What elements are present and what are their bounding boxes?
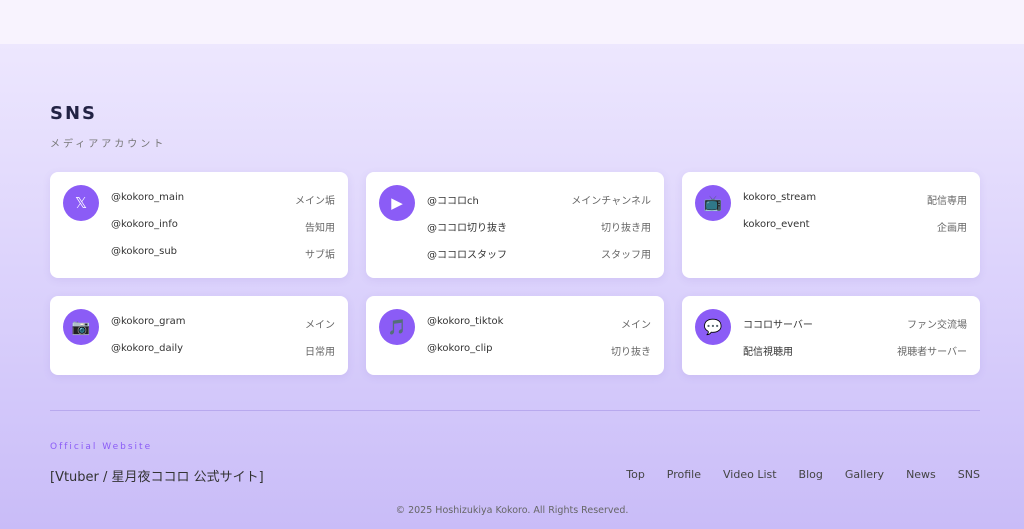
account-row[interactable]: @kokoro_daily 日常用 xyxy=(111,343,335,370)
account-row[interactable]: 配信視聴用 視聴者サーバー xyxy=(743,343,967,370)
tv-icon: 📺 xyxy=(695,185,731,221)
sns-card: ▶ @ココロch メインチャンネル @ココロ切り抜き 切り抜き用 @ココロスタッフ スタッフ… xyxy=(366,172,664,278)
account-purpose: 告知用 xyxy=(305,223,335,234)
account-purpose: 企画用 xyxy=(937,223,967,234)
account-purpose: メインチャンネル xyxy=(571,196,651,207)
nav-news[interactable]: News xyxy=(906,468,936,481)
sns-card: 𝕏 @kokoro_main メイン垢 @kokoro_info 告知用 @kokoro_… xyxy=(50,172,348,278)
account-name[interactable]: ココロサーバー xyxy=(743,316,813,343)
account-row[interactable]: @kokoro_info 告知用 xyxy=(111,219,335,246)
account-purpose: ファン交流場 xyxy=(907,320,967,331)
account-name[interactable]: @ココロスタッフ xyxy=(427,246,507,273)
account-name[interactable]: @kokoro_info xyxy=(111,219,178,246)
x-logo-icon: 𝕏 xyxy=(63,185,99,221)
account-purpose: メイン xyxy=(621,320,651,331)
account-row[interactable]: @kokoro_gram メイン xyxy=(111,316,335,343)
sns-card: 💬 ココロサーバー ファン交流場配信視聴用 視聴者サーバー xyxy=(682,296,980,375)
account-name[interactable]: 配信視聴用 xyxy=(743,343,793,370)
account-name[interactable]: @ココロch xyxy=(427,192,479,219)
account-purpose: メイン xyxy=(305,320,335,331)
account-purpose: サブ垢 xyxy=(305,250,335,261)
account-name[interactable]: @kokoro_clip xyxy=(427,343,493,370)
account-row[interactable]: @kokoro_tiktok メイン xyxy=(427,316,651,343)
account-name[interactable]: @ココロ切り抜き xyxy=(427,219,507,246)
nav-blog[interactable]: Blog xyxy=(799,468,823,481)
footer-label: Official Website xyxy=(50,442,153,452)
account-row[interactable]: @kokoro_sub サブ垢 xyxy=(111,246,335,273)
nav-profile[interactable]: Profile xyxy=(667,468,701,481)
nav-video-list[interactable]: Video List xyxy=(723,468,777,481)
account-purpose: 日常用 xyxy=(305,347,335,358)
account-row[interactable]: @kokoro_clip 切り抜き xyxy=(427,343,651,370)
sns-card: 📺 kokoro_stream 配信専用 kokoro_event 企画用 xyxy=(682,172,980,278)
account-row[interactable]: ココロサーバー ファン交流場 xyxy=(743,316,967,343)
account-name[interactable]: @kokoro_gram xyxy=(111,316,185,343)
account-row[interactable]: @ココロch メインチャンネル xyxy=(427,192,651,219)
sns-card: 🎵 @kokoro_tiktok メイン @kokoro_clip 切り抜き xyxy=(366,296,664,375)
site-title[interactable]: [Vtuber / 星月夜ココロ 公式サイト] xyxy=(50,466,264,485)
camera-icon: 📷 xyxy=(63,309,99,345)
account-purpose: 配信専用 xyxy=(927,196,967,207)
account-purpose: 切り抜き xyxy=(611,347,651,358)
section-subtitle: メディアアカウント xyxy=(50,139,167,150)
account-name[interactable]: kokoro_event xyxy=(743,219,810,246)
account-row[interactable]: kokoro_event 企画用 xyxy=(743,219,967,246)
footer-divider xyxy=(50,410,980,411)
play-icon: ▶ xyxy=(379,185,415,221)
account-purpose: 視聴者サーバー xyxy=(897,347,967,358)
account-row[interactable]: @ココロ切り抜き 切り抜き用 xyxy=(427,219,651,246)
account-name[interactable]: @kokoro_sub xyxy=(111,246,177,273)
account-purpose: メイン垢 xyxy=(295,196,335,207)
account-row[interactable]: @kokoro_main メイン垢 xyxy=(111,192,335,219)
nav-sns[interactable]: SNS xyxy=(958,468,980,481)
account-row[interactable]: kokoro_stream 配信専用 xyxy=(743,192,967,219)
chat-icon: 💬 xyxy=(695,309,731,345)
sns-card: 📷 @kokoro_gram メイン @kokoro_daily 日常用 xyxy=(50,296,348,375)
account-name[interactable]: @kokoro_daily xyxy=(111,343,183,370)
account-purpose: 切り抜き用 xyxy=(601,223,651,234)
account-name[interactable]: @kokoro_tiktok xyxy=(427,316,503,343)
nav-gallery[interactable]: Gallery xyxy=(845,468,884,481)
copyright: © 2025 Hoshizukiya Kokoro. All Rights Re… xyxy=(395,505,629,516)
header-band xyxy=(0,0,1024,44)
nav-top[interactable]: Top xyxy=(626,468,645,481)
footer-nav: Top Profile Video List Blog Gallery News… xyxy=(626,468,980,481)
account-name[interactable]: kokoro_stream xyxy=(743,192,816,219)
account-name[interactable]: @kokoro_main xyxy=(111,192,184,219)
music-icon: 🎵 xyxy=(379,309,415,345)
account-row[interactable]: @ココロスタッフ スタッフ用 xyxy=(427,246,651,273)
section-title: SNS xyxy=(50,103,97,124)
account-purpose: スタッフ用 xyxy=(601,250,651,261)
